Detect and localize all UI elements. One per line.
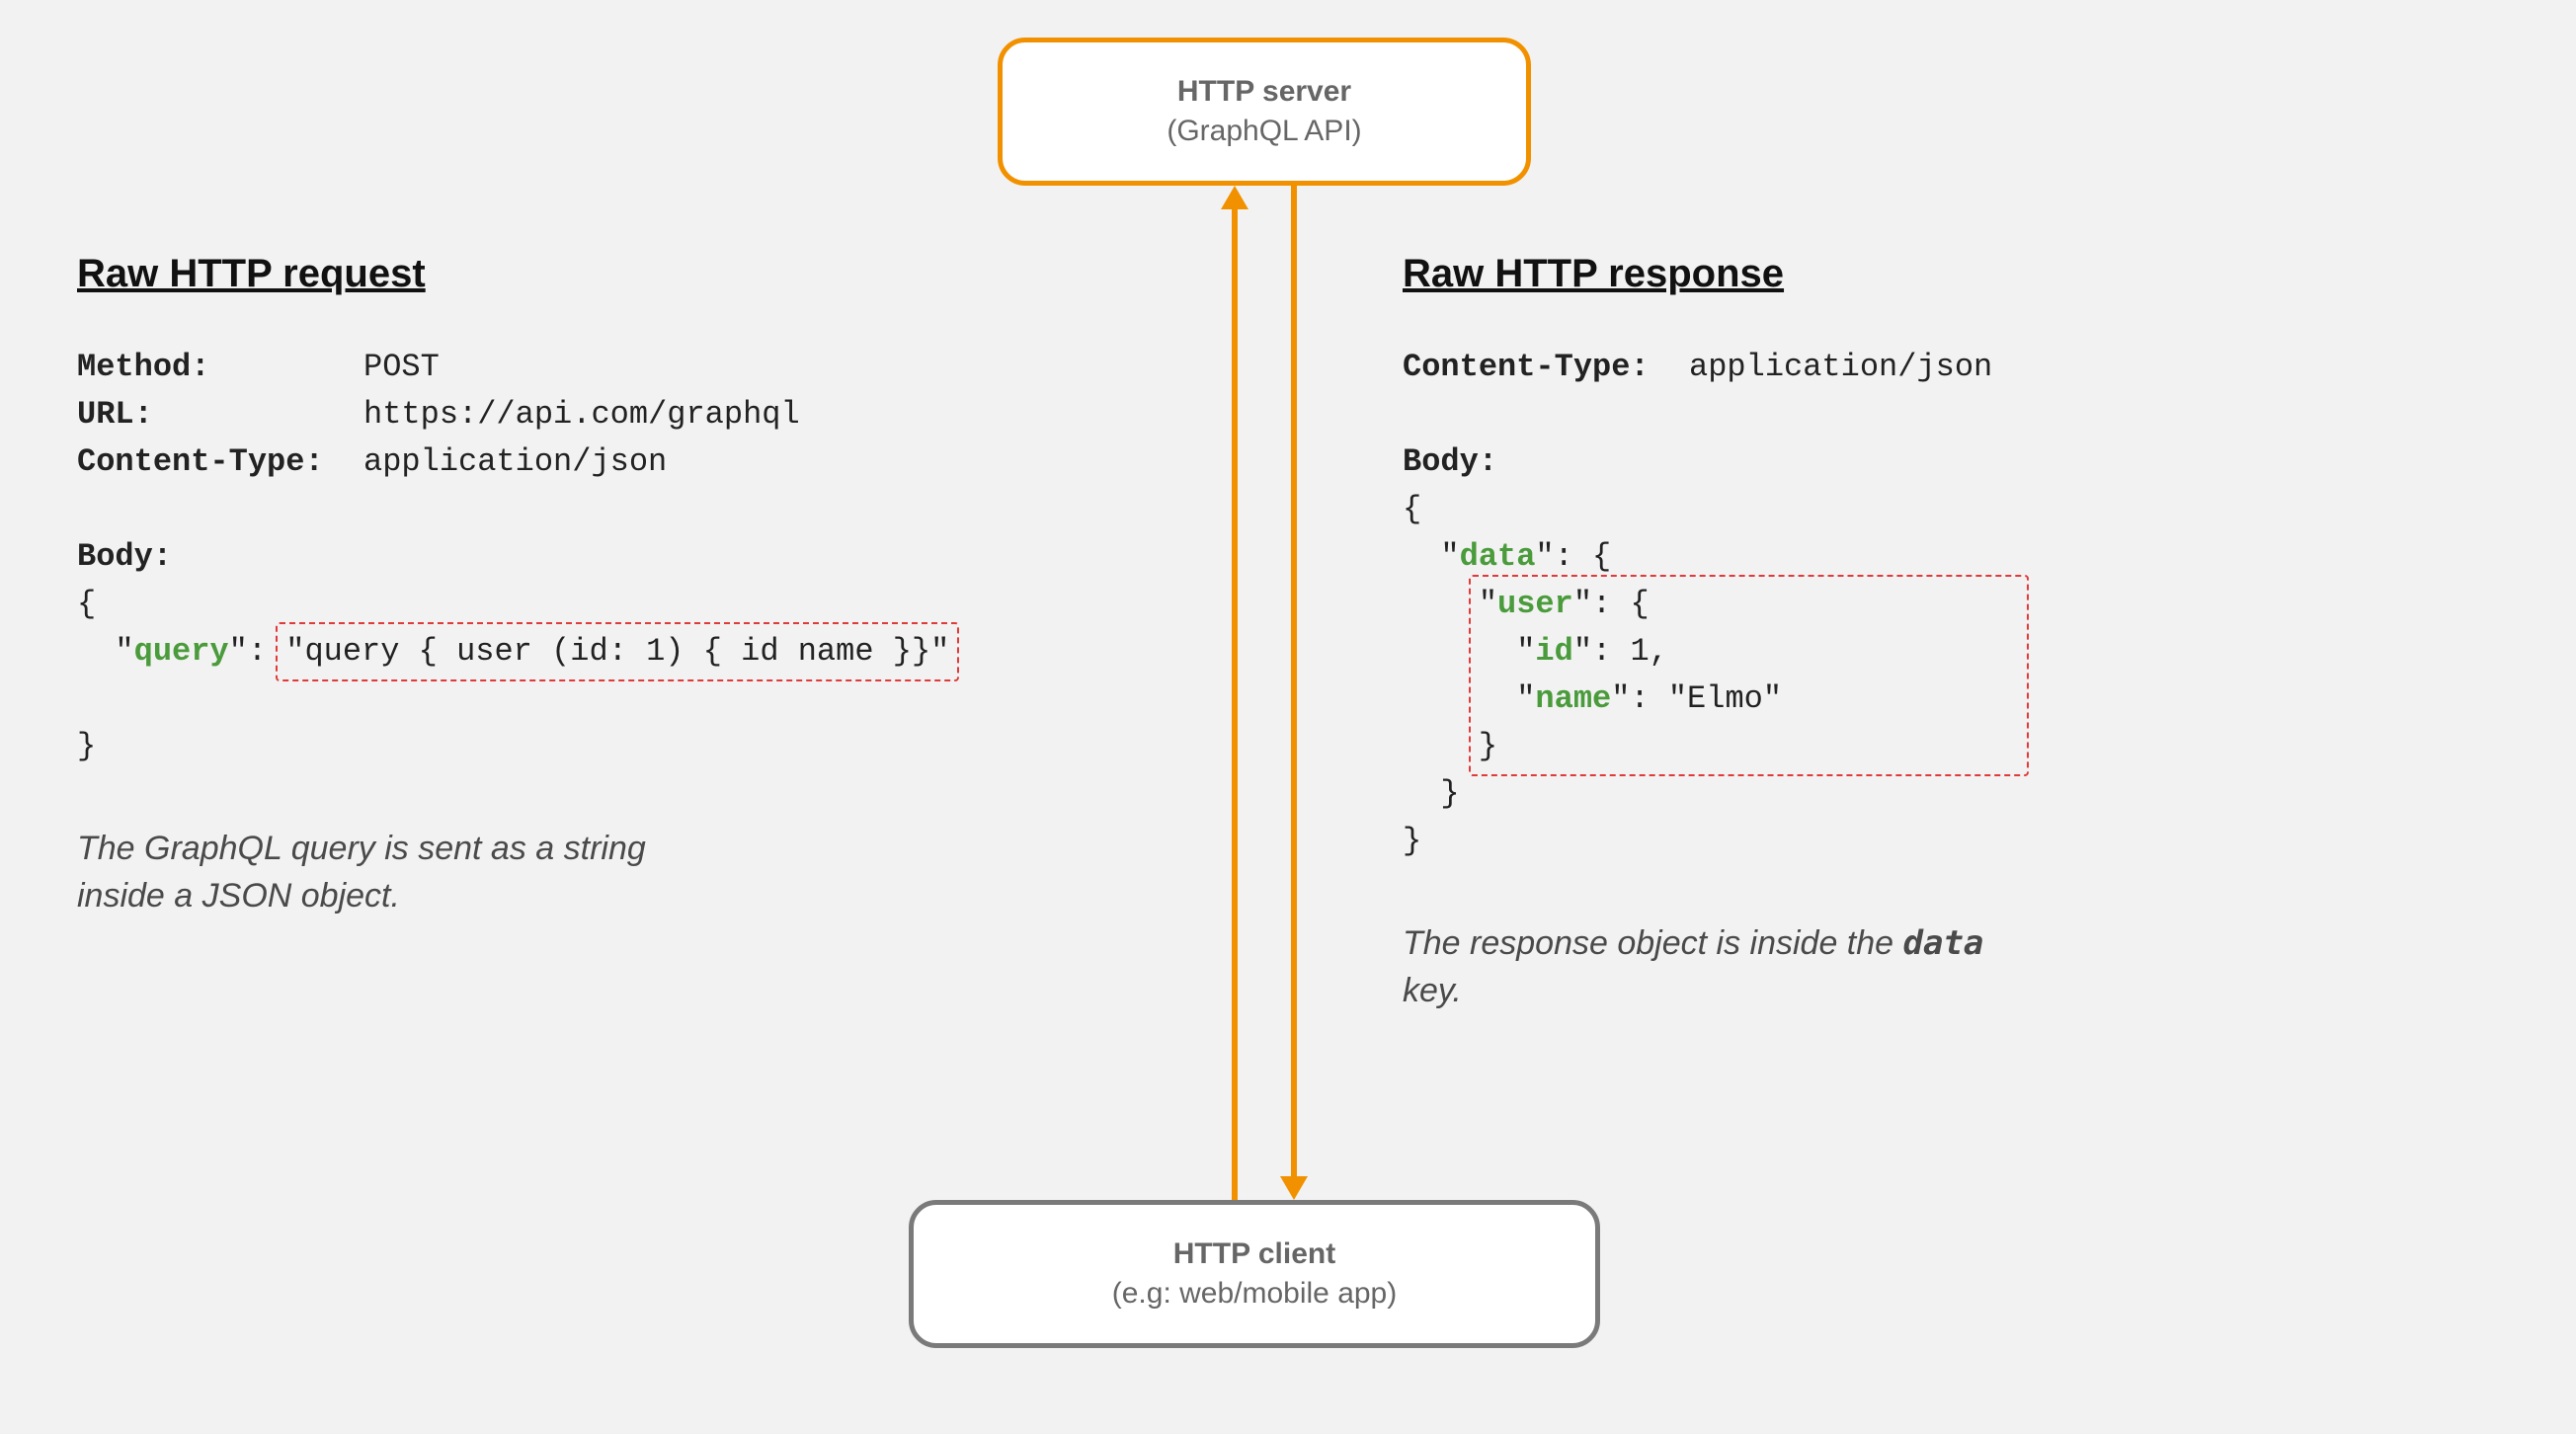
client-title: HTTP client — [1173, 1235, 1335, 1275]
client-node: HTTP client (e.g: web/mobile app) — [909, 1200, 1600, 1348]
request-body-line: "query": "query { user (id: 1) { id name… — [77, 633, 949, 670]
query-string-highlight: "query { user (id: 1) { id name }}" — [285, 628, 949, 676]
name-key: name — [1535, 680, 1611, 717]
response-body-label: Body: — [1403, 443, 1497, 480]
response-close1: } — [1403, 823, 1421, 859]
server-title: HTTP server — [1177, 72, 1351, 113]
request-body-label: Body: — [77, 538, 172, 575]
server-subtitle: (GraphQL API) — [1167, 112, 1361, 152]
response-panel: Raw HTTP response Content-Type:applicati… — [1403, 252, 2440, 1014]
query-string: "query { user (id: 1) { id name }}" — [285, 633, 949, 670]
response-caption: The response object is inside the data k… — [1403, 920, 2440, 1014]
user-key: user — [1497, 586, 1573, 622]
flow-arrows — [1185, 186, 1343, 1200]
request-body-close: } — [77, 728, 96, 764]
id-key: id — [1535, 633, 1572, 670]
response-ct-label: Content-Type: — [1403, 344, 1689, 391]
response-open1: { — [1403, 491, 1421, 527]
method-label: Method: — [77, 344, 363, 391]
query-key: query — [134, 633, 229, 670]
request-panel: Raw HTTP request Method:POSTURL:https://… — [77, 252, 1114, 919]
url-label: URL: — [77, 391, 363, 438]
method-value: POST — [363, 349, 440, 385]
response-heading: Raw HTTP response — [1403, 252, 2440, 296]
url-value: https://api.com/graphql — [363, 396, 800, 433]
data-key: data — [1460, 538, 1536, 575]
request-details: Method:POSTURL:https://api.com/graphqlCo… — [77, 344, 1114, 770]
response-data-close: } — [1403, 775, 1460, 812]
data-key-inline: data — [1903, 923, 1984, 963]
request-body-open: { — [77, 586, 96, 622]
request-caption: The GraphQL query is sent as a string in… — [77, 826, 1114, 919]
request-heading: Raw HTTP request — [77, 252, 1114, 296]
response-ct-value: application/json — [1689, 349, 1992, 385]
request-ct-label: Content-Type: — [77, 438, 363, 486]
server-node: HTTP server (GraphQL API) — [998, 38, 1531, 186]
user-object-highlight: "user": { "id": 1, "name": "Elmo" } — [1479, 581, 2019, 770]
client-subtitle: (e.g: web/mobile app) — [1112, 1274, 1398, 1314]
response-details: Content-Type:application/json Body: { "da… — [1403, 344, 2440, 865]
response-data-line: "data": { — [1403, 538, 1611, 575]
response-user-close: } — [1479, 728, 1497, 764]
request-ct-value: application/json — [363, 443, 667, 480]
